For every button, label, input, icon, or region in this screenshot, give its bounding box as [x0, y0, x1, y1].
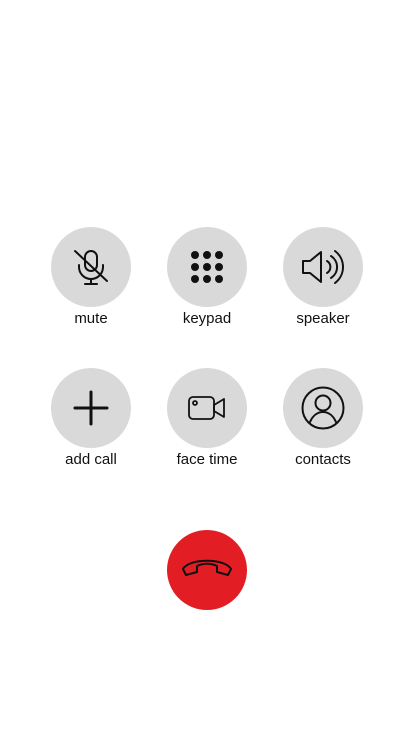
speaker-label: speaker	[296, 310, 350, 327]
contacts-label: contacts	[295, 451, 351, 468]
contacts-circle[interactable]	[283, 368, 363, 448]
phone-hangup-icon	[180, 553, 234, 588]
user-circle-icon	[300, 385, 346, 431]
plus-icon	[71, 388, 111, 428]
speaker-button[interactable]: speaker	[273, 227, 373, 327]
add-call-circle[interactable]	[51, 368, 131, 448]
face-time-label: face time	[176, 451, 238, 468]
mute-button[interactable]: mute	[41, 227, 141, 327]
face-time-button[interactable]: face time	[157, 368, 257, 468]
mic-off-icon	[69, 245, 113, 289]
mute-label: mute	[74, 310, 108, 327]
keypad-icon	[187, 247, 227, 287]
speaker-icon	[299, 243, 347, 291]
video-camera-icon	[187, 388, 227, 428]
add-call-button[interactable]: add call	[41, 368, 141, 468]
keypad-circle[interactable]	[167, 227, 247, 307]
speaker-circle[interactable]	[283, 227, 363, 307]
contacts-button[interactable]: contacts	[273, 368, 373, 468]
keypad-button[interactable]: keypad	[157, 227, 257, 327]
mute-circle[interactable]	[51, 227, 131, 307]
keypad-label: keypad	[182, 310, 232, 327]
add-call-label: add call	[65, 451, 117, 468]
face-time-circle[interactable]	[167, 368, 247, 448]
end-call-button[interactable]	[167, 530, 247, 610]
